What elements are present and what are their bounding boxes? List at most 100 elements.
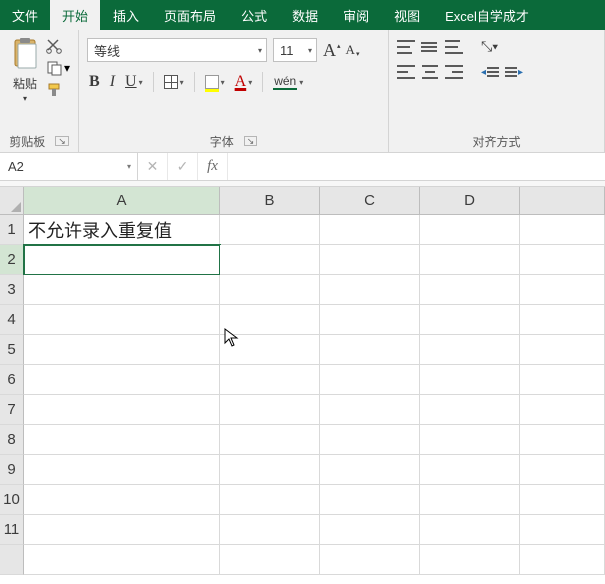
row-header-11[interactable]: 11 <box>0 515 24 545</box>
cell-B2[interactable] <box>220 245 320 275</box>
tab-insert[interactable]: 插入 <box>101 0 152 30</box>
cell-A11[interactable] <box>24 515 220 545</box>
cell-D6[interactable] <box>420 365 520 395</box>
row-header-7[interactable]: 7 <box>0 395 24 425</box>
cell-D10[interactable] <box>420 485 520 515</box>
cell-E3[interactable] <box>520 275 605 305</box>
cell-B10[interactable] <box>220 485 320 515</box>
name-box[interactable]: A2 ▾ <box>0 153 138 180</box>
cell-E9[interactable] <box>520 455 605 485</box>
row-header-12[interactable] <box>0 545 24 575</box>
decrease-indent-button[interactable]: ◂ <box>481 65 499 79</box>
col-header-C[interactable]: C <box>320 187 420 215</box>
underline-dropdown-icon[interactable]: ▾ <box>139 78 143 87</box>
cell-E4[interactable] <box>520 305 605 335</box>
cell-C11[interactable] <box>320 515 420 545</box>
row-header-2[interactable]: 2 <box>0 245 24 275</box>
row-header-5[interactable]: 5 <box>0 335 24 365</box>
cell-A6[interactable] <box>24 365 220 395</box>
cell-A9[interactable] <box>24 455 220 485</box>
row-header-8[interactable]: 8 <box>0 425 24 455</box>
font-name-dropdown-icon[interactable]: ▾ <box>254 46 262 55</box>
cell-E7[interactable] <box>520 395 605 425</box>
align-left-button[interactable] <box>397 65 415 79</box>
cell-B11[interactable] <box>220 515 320 545</box>
fill-color-button[interactable]: ▾ <box>205 75 225 89</box>
tab-formulas[interactable]: 公式 <box>229 0 280 30</box>
phonetic-dropdown-icon[interactable]: ▾ <box>299 78 303 87</box>
font-color-dropdown-icon[interactable]: ▾ <box>248 78 252 87</box>
cell-A7[interactable] <box>24 395 220 425</box>
paste-dropdown-icon[interactable]: ▾ <box>23 94 27 103</box>
cell-E8[interactable] <box>520 425 605 455</box>
paste-button[interactable]: 粘贴 ▾ <box>8 34 42 105</box>
row-header-9[interactable]: 9 <box>0 455 24 485</box>
copy-dropdown-icon[interactable]: ▾ <box>64 61 70 75</box>
col-header-extra[interactable] <box>520 187 605 215</box>
cell-D5[interactable] <box>420 335 520 365</box>
cell-C2[interactable] <box>320 245 420 275</box>
cell-E5[interactable] <box>520 335 605 365</box>
cell-B6[interactable] <box>220 365 320 395</box>
cell-C5[interactable] <box>320 335 420 365</box>
formula-input[interactable] <box>228 153 605 180</box>
align-bottom-button[interactable] <box>445 40 463 54</box>
cell-D1[interactable] <box>420 215 520 245</box>
select-all-corner[interactable] <box>0 187 24 215</box>
col-header-D[interactable]: D <box>420 187 520 215</box>
cell-D11[interactable] <box>420 515 520 545</box>
cut-button[interactable] <box>46 38 70 54</box>
tab-review[interactable]: 审阅 <box>331 0 382 30</box>
copy-button[interactable]: ▾ <box>46 60 70 76</box>
fill-dropdown-icon[interactable]: ▾ <box>221 78 225 87</box>
cell-D12[interactable] <box>420 545 520 575</box>
font-name-combo[interactable]: 等线 ▾ <box>87 38 267 62</box>
name-box-dropdown-icon[interactable]: ▾ <box>127 162 131 171</box>
cell-A10[interactable] <box>24 485 220 515</box>
cell-C1[interactable] <box>320 215 420 245</box>
cell-B3[interactable] <box>220 275 320 305</box>
cell-E6[interactable] <box>520 365 605 395</box>
tab-data[interactable]: 数据 <box>280 0 331 30</box>
tab-page-layout[interactable]: 页面布局 <box>152 0 229 30</box>
cancel-formula-button[interactable]: ✕ <box>138 153 168 180</box>
cell-C4[interactable] <box>320 305 420 335</box>
clipboard-dialog-launcher[interactable]: ↘ <box>55 136 69 146</box>
tab-extra[interactable]: Excel自学成才 <box>433 0 542 30</box>
cell-E1[interactable] <box>520 215 605 245</box>
phonetic-button[interactable]: wén ▾ <box>273 74 303 90</box>
tab-home[interactable]: 开始 <box>50 0 101 30</box>
cell-D9[interactable] <box>420 455 520 485</box>
font-size-dropdown-icon[interactable]: ▾ <box>304 46 312 55</box>
italic-button[interactable]: I <box>110 73 115 91</box>
cell-C7[interactable] <box>320 395 420 425</box>
align-center-button[interactable] <box>421 65 439 79</box>
cell-C8[interactable] <box>320 425 420 455</box>
cell-A5[interactable] <box>24 335 220 365</box>
row-header-4[interactable]: 4 <box>0 305 24 335</box>
format-painter-button[interactable] <box>46 82 70 98</box>
cell-A2[interactable] <box>24 245 220 275</box>
cell-B5[interactable] <box>220 335 320 365</box>
tab-file[interactable]: 文件 <box>0 0 50 30</box>
borders-dropdown-icon[interactable]: ▾ <box>180 78 184 87</box>
align-right-button[interactable] <box>445 65 463 79</box>
increase-indent-button[interactable]: ▸ <box>505 65 523 79</box>
cell-C9[interactable] <box>320 455 420 485</box>
font-size-combo[interactable]: 11 ▾ <box>273 38 317 62</box>
cell-E12[interactable] <box>520 545 605 575</box>
row-header-10[interactable]: 10 <box>0 485 24 515</box>
orientation-button[interactable]: ⤡▾ <box>481 38 498 55</box>
col-header-A[interactable]: A <box>24 187 220 215</box>
cell-C12[interactable] <box>320 545 420 575</box>
insert-function-button[interactable]: fx <box>198 153 228 180</box>
font-color-button[interactable]: A ▾ <box>235 73 253 91</box>
font-dialog-launcher[interactable]: ↘ <box>244 136 258 146</box>
row-header-3[interactable]: 3 <box>0 275 24 305</box>
cell-E11[interactable] <box>520 515 605 545</box>
cell-B7[interactable] <box>220 395 320 425</box>
cell-E10[interactable] <box>520 485 605 515</box>
row-header-6[interactable]: 6 <box>0 365 24 395</box>
tab-view[interactable]: 视图 <box>382 0 433 30</box>
cell-A12[interactable] <box>24 545 220 575</box>
